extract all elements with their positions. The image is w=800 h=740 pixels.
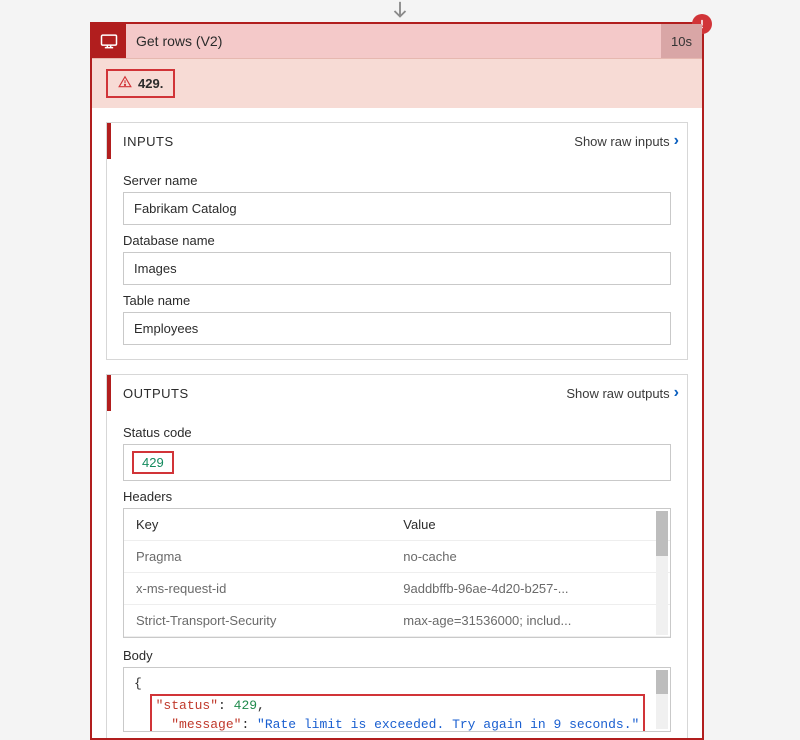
- sql-icon: [92, 24, 126, 58]
- database-name-label: Database name: [123, 233, 671, 248]
- table-row: Strict-Transport-Security max-age=315360…: [124, 605, 670, 637]
- error-banner: 429.: [92, 58, 702, 108]
- warning-icon: [118, 75, 132, 92]
- headers-scrollbar[interactable]: [656, 511, 668, 635]
- database-name-value: Images: [123, 252, 671, 285]
- headers-table: Key Value Pragma no-cache x-ms-request-i…: [123, 508, 671, 638]
- inputs-panel: INPUTS Show raw inputs › Server name Fab…: [106, 122, 688, 360]
- header-key: Strict-Transport-Security: [136, 613, 403, 628]
- table-row: Pragma no-cache: [124, 541, 670, 573]
- step-header[interactable]: Get rows (V2) 10s: [92, 24, 702, 58]
- body-json-box: { "status": 429, "message": "Rate limit …: [123, 667, 671, 732]
- inputs-panel-header: INPUTS Show raw inputs ›: [107, 123, 687, 159]
- show-raw-inputs-label: Show raw inputs: [574, 134, 669, 149]
- status-code-row: 429: [123, 444, 671, 481]
- json-number: 429: [234, 698, 257, 713]
- show-raw-outputs-label: Show raw outputs: [566, 386, 669, 401]
- json-key: "message": [171, 717, 241, 732]
- server-name-value: Fabrikam Catalog: [123, 192, 671, 225]
- table-name-label: Table name: [123, 293, 671, 308]
- show-raw-inputs-link[interactable]: Show raw inputs ›: [574, 132, 679, 150]
- json-string: "Rate limit is exceeded. Try again in 9 …: [257, 717, 639, 732]
- header-value: max-age=31536000; includ...: [403, 613, 650, 628]
- show-raw-outputs-link[interactable]: Show raw outputs ›: [566, 384, 679, 402]
- headers-columns-row: Key Value: [124, 509, 670, 541]
- chevron-right-icon: ›: [674, 384, 679, 402]
- headers-label: Headers: [123, 489, 671, 504]
- table-row: x-ms-request-id 9addbffb-96ae-4d20-b257-…: [124, 573, 670, 605]
- body-scrollbar[interactable]: [656, 670, 668, 729]
- status-code-label: Status code: [123, 425, 671, 440]
- table-name-value: Employees: [123, 312, 671, 345]
- outputs-panel: OUTPUTS Show raw outputs › Status code 4…: [106, 374, 688, 738]
- server-name-label: Server name: [123, 173, 671, 188]
- error-code-text: 429.: [138, 76, 163, 91]
- header-key: x-ms-request-id: [136, 581, 403, 596]
- error-code-chip: 429.: [106, 69, 175, 98]
- headers-col-key: Key: [136, 517, 403, 532]
- step-duration: 10s: [661, 24, 702, 58]
- body-label: Body: [123, 648, 671, 663]
- outputs-panel-header: OUTPUTS Show raw outputs ›: [107, 375, 687, 411]
- flow-arrow-down-icon: [389, 0, 411, 22]
- outputs-title: OUTPUTS: [123, 386, 566, 401]
- header-value: no-cache: [403, 549, 650, 564]
- json-key: "status": [156, 698, 218, 713]
- inputs-title: INPUTS: [123, 134, 574, 149]
- step-title: Get rows (V2): [126, 33, 661, 49]
- body-highlight: "status": 429, "message": "Rate limit is…: [150, 694, 646, 733]
- chevron-right-icon: ›: [674, 132, 679, 150]
- status-code-value: 429: [132, 451, 174, 474]
- header-value: 9addbffb-96ae-4d20-b257-...: [403, 581, 650, 596]
- headers-col-value: Value: [403, 517, 650, 532]
- header-key: Pragma: [136, 549, 403, 564]
- step-card: Get rows (V2) 10s 429. INPUTS Sh: [90, 22, 704, 740]
